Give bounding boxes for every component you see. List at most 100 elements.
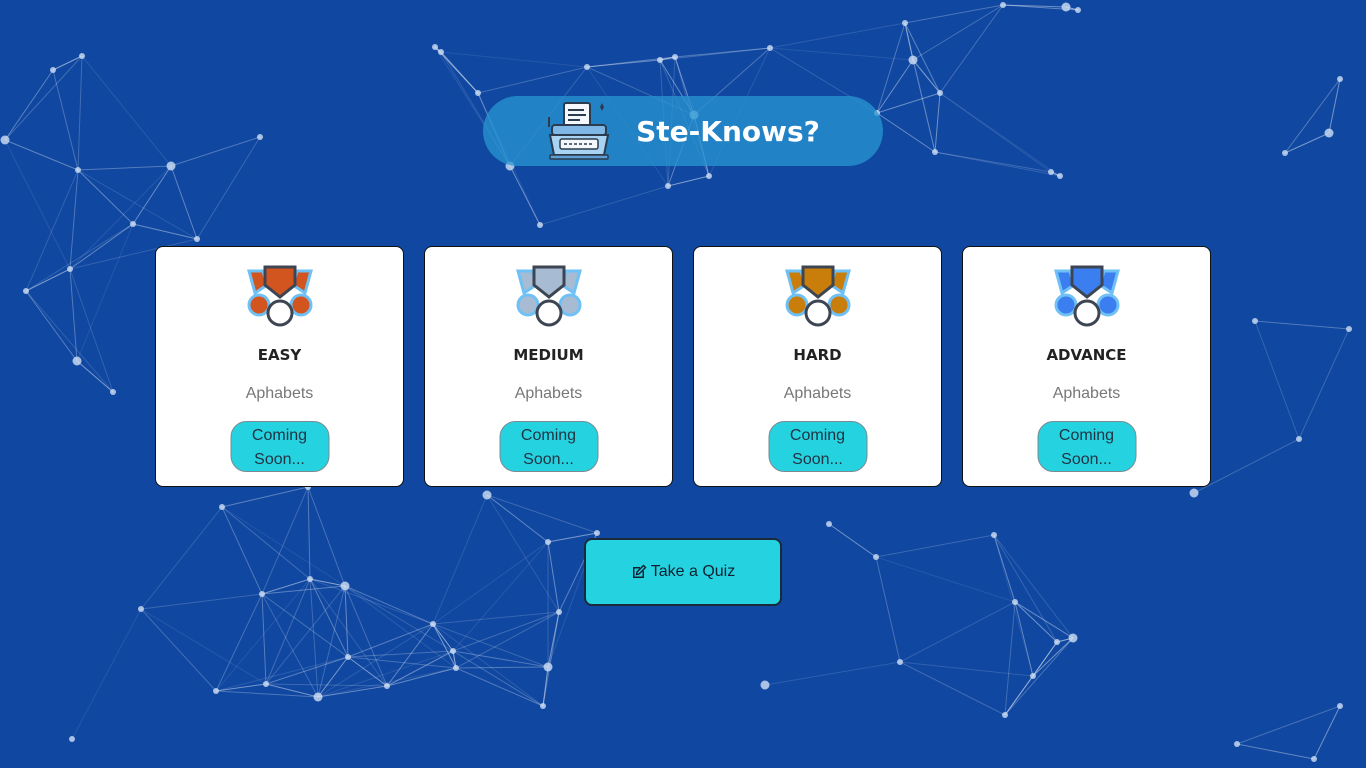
network-line bbox=[1298, 328, 1350, 440]
network-line bbox=[170, 136, 261, 167]
network-line bbox=[1014, 601, 1074, 639]
network-node bbox=[453, 665, 459, 671]
network-line bbox=[509, 165, 541, 226]
network-node bbox=[313, 692, 323, 702]
network-line bbox=[317, 667, 457, 698]
network-line bbox=[1032, 637, 1074, 677]
network-line bbox=[215, 690, 319, 698]
coming-soon-button[interactable]: Coming Soon... bbox=[1037, 421, 1136, 472]
network-node bbox=[1346, 326, 1352, 332]
network-node bbox=[937, 90, 943, 96]
network-line bbox=[1254, 320, 1350, 330]
network-node bbox=[384, 683, 390, 689]
take-quiz-label: Take a Quiz bbox=[650, 563, 736, 580]
network-line bbox=[1236, 743, 1315, 760]
network-line bbox=[344, 585, 349, 658]
network-line bbox=[1254, 320, 1300, 440]
network-node bbox=[897, 659, 903, 665]
network-line bbox=[221, 486, 309, 508]
network-line bbox=[77, 55, 83, 171]
network-line bbox=[993, 534, 1074, 639]
network-line bbox=[939, 4, 1004, 94]
network-line bbox=[876, 112, 936, 153]
network-node bbox=[1234, 741, 1240, 747]
network-line bbox=[876, 92, 941, 114]
network-line bbox=[828, 523, 877, 558]
network-node bbox=[1311, 756, 1317, 762]
network-node bbox=[706, 173, 712, 179]
level-subtitle: Aphabets bbox=[245, 385, 314, 402]
network-node bbox=[1002, 712, 1008, 718]
network-line bbox=[934, 92, 941, 153]
network-line bbox=[1004, 637, 1074, 716]
network-node bbox=[340, 581, 350, 591]
network-node bbox=[438, 49, 444, 55]
network-line bbox=[875, 556, 901, 663]
network-node bbox=[1075, 7, 1081, 13]
network-node bbox=[767, 45, 773, 51]
network-line bbox=[899, 601, 1016, 663]
network-node bbox=[873, 554, 879, 560]
coming-soon-button[interactable]: Coming Soon... bbox=[230, 421, 329, 472]
network-line bbox=[140, 608, 267, 685]
network-line bbox=[4, 69, 54, 141]
coming-soon-button[interactable]: Coming Soon... bbox=[499, 421, 598, 472]
network-line bbox=[261, 486, 309, 595]
network-node bbox=[991, 532, 997, 538]
network-line bbox=[440, 51, 588, 68]
network-node bbox=[1048, 169, 1054, 175]
network-line bbox=[542, 611, 560, 707]
medal-icon bbox=[246, 265, 313, 327]
coming-soon-button[interactable]: Coming Soon... bbox=[768, 421, 867, 472]
network-node bbox=[259, 591, 265, 597]
network-node bbox=[475, 90, 481, 96]
network-line bbox=[215, 593, 263, 692]
network-node bbox=[1282, 150, 1288, 156]
level-title: ADVANCE bbox=[1046, 346, 1127, 364]
edit-icon bbox=[632, 564, 647, 578]
level-card-medium: MEDIUM Aphabets Coming Soon... bbox=[424, 246, 673, 487]
network-node bbox=[540, 703, 546, 709]
network-node bbox=[79, 53, 85, 59]
network-line bbox=[215, 656, 349, 692]
network-node bbox=[760, 680, 770, 690]
network-node bbox=[1189, 488, 1199, 498]
network-line bbox=[261, 593, 319, 698]
network-line bbox=[196, 136, 261, 240]
level-title: EASY bbox=[257, 346, 302, 364]
network-node bbox=[1012, 599, 1018, 605]
medal-icon bbox=[1053, 265, 1120, 327]
network-line bbox=[876, 22, 906, 114]
network-line bbox=[132, 223, 198, 240]
network-node bbox=[263, 681, 269, 687]
network-line bbox=[993, 534, 1058, 643]
network-line bbox=[265, 656, 349, 685]
network-line bbox=[486, 494, 549, 543]
network-node bbox=[110, 389, 116, 395]
network-node bbox=[556, 609, 562, 615]
level-subtitle: Aphabets bbox=[783, 385, 852, 402]
network-line bbox=[309, 578, 319, 698]
network-node bbox=[1337, 703, 1343, 709]
network-line bbox=[77, 169, 198, 240]
network-node bbox=[1252, 318, 1258, 324]
network-node bbox=[932, 149, 938, 155]
network-node bbox=[545, 539, 551, 545]
medal-icon bbox=[784, 265, 851, 327]
network-node bbox=[0, 135, 10, 145]
take-quiz-button[interactable]: Take a Quiz bbox=[584, 538, 782, 606]
level-subtitle: Aphabets bbox=[514, 385, 583, 402]
app-header: Ste-Knows? bbox=[483, 96, 883, 166]
network-line bbox=[52, 55, 83, 71]
network-line bbox=[875, 556, 1016, 603]
network-node bbox=[657, 57, 663, 63]
network-line bbox=[1014, 601, 1058, 643]
network-node bbox=[23, 288, 29, 294]
network-node bbox=[307, 576, 313, 582]
network-line bbox=[432, 623, 549, 668]
network-line bbox=[1284, 78, 1341, 154]
network-line bbox=[307, 486, 346, 587]
network-node bbox=[543, 662, 553, 672]
network-node bbox=[219, 504, 225, 510]
network-node bbox=[482, 490, 492, 500]
